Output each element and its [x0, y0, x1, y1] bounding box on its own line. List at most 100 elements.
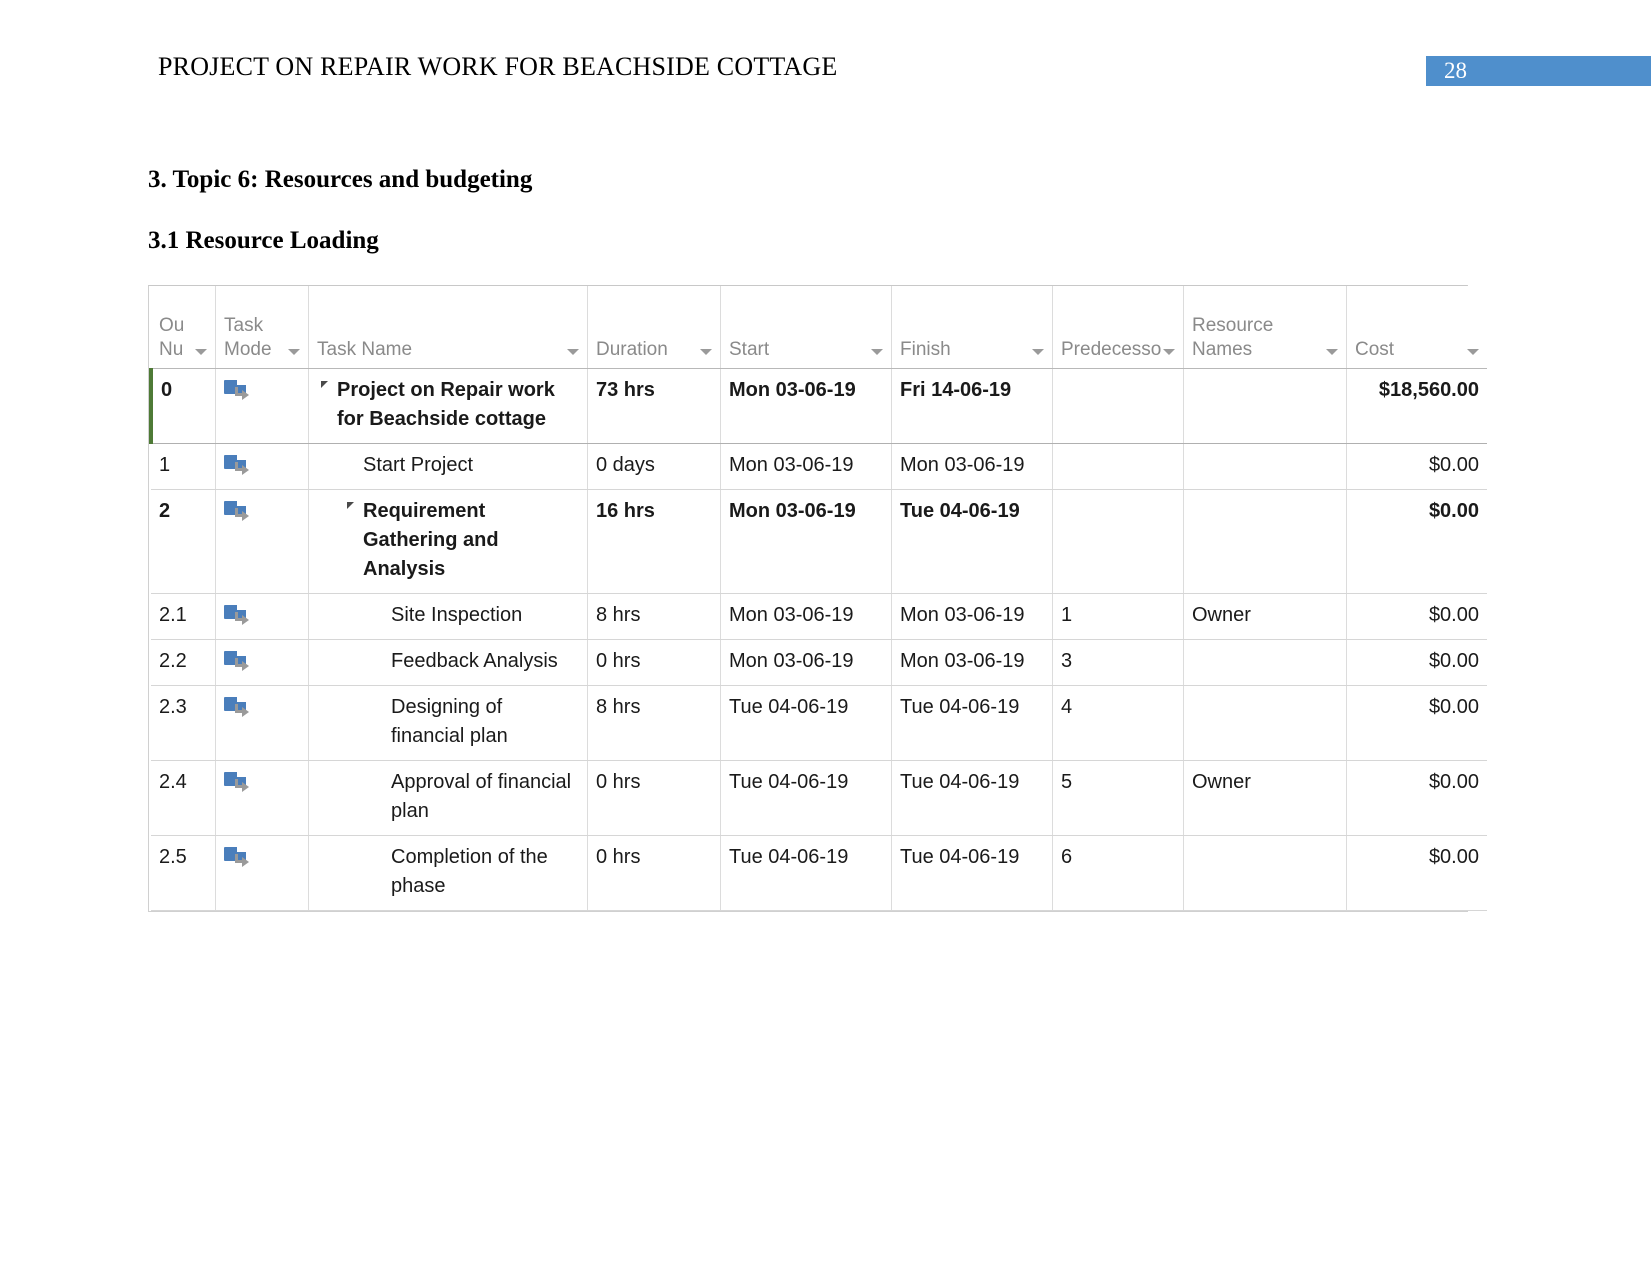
cell-duration[interactable]: 73 hrs — [587, 368, 721, 444]
auto-scheduled-task-icon[interactable] — [224, 380, 252, 402]
auto-scheduled-task-icon[interactable] — [224, 605, 252, 627]
filter-chevron-down-icon[interactable] — [195, 349, 207, 355]
cell-start[interactable]: Tue 04-06-19 — [720, 760, 892, 836]
cell-task-name[interactable]: Designing of financial plan — [308, 685, 588, 761]
column-header-predecessors[interactable]: Predecesso — [1052, 286, 1184, 369]
cell-task-mode[interactable] — [215, 593, 309, 640]
cell-task-name[interactable]: Feedback Analysis — [308, 639, 588, 686]
cell-outline-number[interactable]: 2.3 — [151, 685, 216, 761]
cell-finish[interactable]: Mon 03-06-19 — [891, 443, 1053, 490]
cell-finish[interactable]: Tue 04-06-19 — [891, 685, 1053, 761]
cell-outline-number[interactable]: 0 — [149, 368, 216, 444]
cell-task-mode[interactable] — [215, 489, 309, 594]
column-header-task-mode[interactable]: Task Mode — [215, 286, 309, 369]
cell-outline-number[interactable]: 2.4 — [151, 760, 216, 836]
cell-predecessors[interactable]: 6 — [1052, 835, 1184, 911]
table-row[interactable]: 0 Project on Repair work for Beachside co… — [149, 368, 1487, 444]
cell-predecessors[interactable] — [1052, 489, 1184, 594]
cell-finish[interactable]: Mon 03-06-19 — [891, 639, 1053, 686]
cell-finish[interactable]: Tue 04-06-19 — [891, 489, 1053, 594]
cell-predecessors[interactable]: 5 — [1052, 760, 1184, 836]
auto-scheduled-task-icon[interactable] — [224, 847, 252, 869]
cell-outline-number[interactable]: 2.5 — [151, 835, 216, 911]
column-header-start[interactable]: Start — [720, 286, 892, 369]
filter-chevron-down-icon[interactable] — [700, 349, 712, 355]
cell-cost[interactable]: $0.00 — [1346, 639, 1487, 686]
cell-duration[interactable]: 8 hrs — [587, 593, 721, 640]
cell-finish[interactable]: Tue 04-06-19 — [891, 760, 1053, 836]
cell-task-mode[interactable] — [215, 760, 309, 836]
cell-start[interactable]: Mon 03-06-19 — [720, 639, 892, 686]
filter-chevron-down-icon[interactable] — [567, 349, 579, 355]
cell-start[interactable]: Mon 03-06-19 — [720, 593, 892, 640]
cell-predecessors[interactable]: 1 — [1052, 593, 1184, 640]
cell-task-name[interactable]: Approval of financial plan — [308, 760, 588, 836]
cell-outline-number[interactable]: 2.2 — [151, 639, 216, 686]
cell-outline-number[interactable]: 2 — [151, 489, 216, 594]
cell-predecessors[interactable]: 4 — [1052, 685, 1184, 761]
cell-cost[interactable]: $0.00 — [1346, 835, 1487, 911]
cell-predecessors[interactable]: 3 — [1052, 639, 1184, 686]
column-header-cost[interactable]: Cost — [1346, 286, 1487, 369]
auto-scheduled-task-icon[interactable] — [224, 697, 252, 719]
cell-resource-names[interactable] — [1183, 443, 1347, 490]
collapse-triangle-icon[interactable] — [347, 502, 354, 509]
cell-resource-names[interactable]: Owner — [1183, 593, 1347, 640]
cell-task-name[interactable]: Project on Repair work for Beachside cot… — [308, 368, 588, 444]
auto-scheduled-task-icon[interactable] — [224, 772, 252, 794]
filter-chevron-down-icon[interactable] — [1467, 349, 1479, 355]
filter-chevron-down-icon[interactable] — [1326, 349, 1338, 355]
cell-task-mode[interactable] — [215, 835, 309, 911]
cell-start[interactable]: Mon 03-06-19 — [720, 489, 892, 594]
cell-duration[interactable]: 0 hrs — [587, 639, 721, 686]
cell-cost[interactable]: $0.00 — [1346, 593, 1487, 640]
filter-chevron-down-icon[interactable] — [871, 349, 883, 355]
cell-resource-names[interactable] — [1183, 489, 1347, 594]
cell-resource-names[interactable] — [1183, 639, 1347, 686]
table-row[interactable]: 2.5 Completion of the phase 0 hrs Tue 04-06… — [151, 835, 1487, 911]
column-header-duration[interactable]: Duration — [587, 286, 721, 369]
filter-chevron-down-icon[interactable] — [1163, 349, 1175, 355]
filter-chevron-down-icon[interactable] — [1032, 349, 1044, 355]
table-row[interactable]: 2.4 Approval of financial plan 0 hrs Tue 04… — [151, 760, 1487, 836]
cell-cost[interactable]: $18,560.00 — [1346, 368, 1487, 444]
cell-resource-names[interactable] — [1183, 835, 1347, 911]
cell-task-mode[interactable] — [215, 368, 309, 444]
cell-resource-names[interactable]: Owner — [1183, 760, 1347, 836]
cell-duration[interactable]: 0 days — [587, 443, 721, 490]
auto-scheduled-task-icon[interactable] — [224, 501, 252, 523]
cell-finish[interactable]: Mon 03-06-19 — [891, 593, 1053, 640]
cell-outline-number[interactable]: 2.1 — [151, 593, 216, 640]
cell-resource-names[interactable] — [1183, 685, 1347, 761]
table-row[interactable]: 2.3 Designing of financial plan 8 hrs Tue 0… — [151, 685, 1487, 761]
column-header-outline-number[interactable]: Ou Nu — [151, 286, 216, 369]
cell-resource-names[interactable] — [1183, 368, 1347, 444]
table-row[interactable]: 2 Requirement Gathering and Analysis 16 hr… — [151, 489, 1487, 594]
auto-scheduled-task-icon[interactable] — [224, 455, 252, 477]
cell-cost[interactable]: $0.00 — [1346, 760, 1487, 836]
table-row[interactable]: 1 Start Project 0 days Mon 03-06-19 Mon 03-0… — [151, 443, 1487, 490]
cell-task-name[interactable]: Requirement Gathering and Analysis — [308, 489, 588, 594]
cell-start[interactable]: Mon 03-06-19 — [720, 368, 892, 444]
cell-task-mode[interactable] — [215, 685, 309, 761]
cell-duration[interactable]: 16 hrs — [587, 489, 721, 594]
cell-task-name[interactable]: Site Inspection — [308, 593, 588, 640]
column-header-resource-names[interactable]: Resource Names — [1183, 286, 1347, 369]
cell-start[interactable]: Tue 04-06-19 — [720, 835, 892, 911]
table-row[interactable]: 2.2 Feedback Analysis 0 hrs Mon 03-06-19 Mon… — [151, 639, 1487, 686]
cell-start[interactable]: Mon 03-06-19 — [720, 443, 892, 490]
filter-chevron-down-icon[interactable] — [288, 349, 300, 355]
cell-finish[interactable]: Fri 14-06-19 — [891, 368, 1053, 444]
cell-task-mode[interactable] — [215, 443, 309, 490]
cell-cost[interactable]: $0.00 — [1346, 685, 1487, 761]
cell-duration[interactable]: 0 hrs — [587, 835, 721, 911]
column-header-finish[interactable]: Finish — [891, 286, 1053, 369]
cell-duration[interactable]: 8 hrs — [587, 685, 721, 761]
cell-start[interactable]: Tue 04-06-19 — [720, 685, 892, 761]
cell-task-mode[interactable] — [215, 639, 309, 686]
table-row[interactable]: 2.1 Site Inspection 8 hrs Mon 03-06-19 Mon 0… — [151, 593, 1487, 640]
cell-task-name[interactable]: Completion of the phase — [308, 835, 588, 911]
cell-outline-number[interactable]: 1 — [151, 443, 216, 490]
cell-task-name[interactable]: Start Project — [308, 443, 588, 490]
cell-duration[interactable]: 0 hrs — [587, 760, 721, 836]
